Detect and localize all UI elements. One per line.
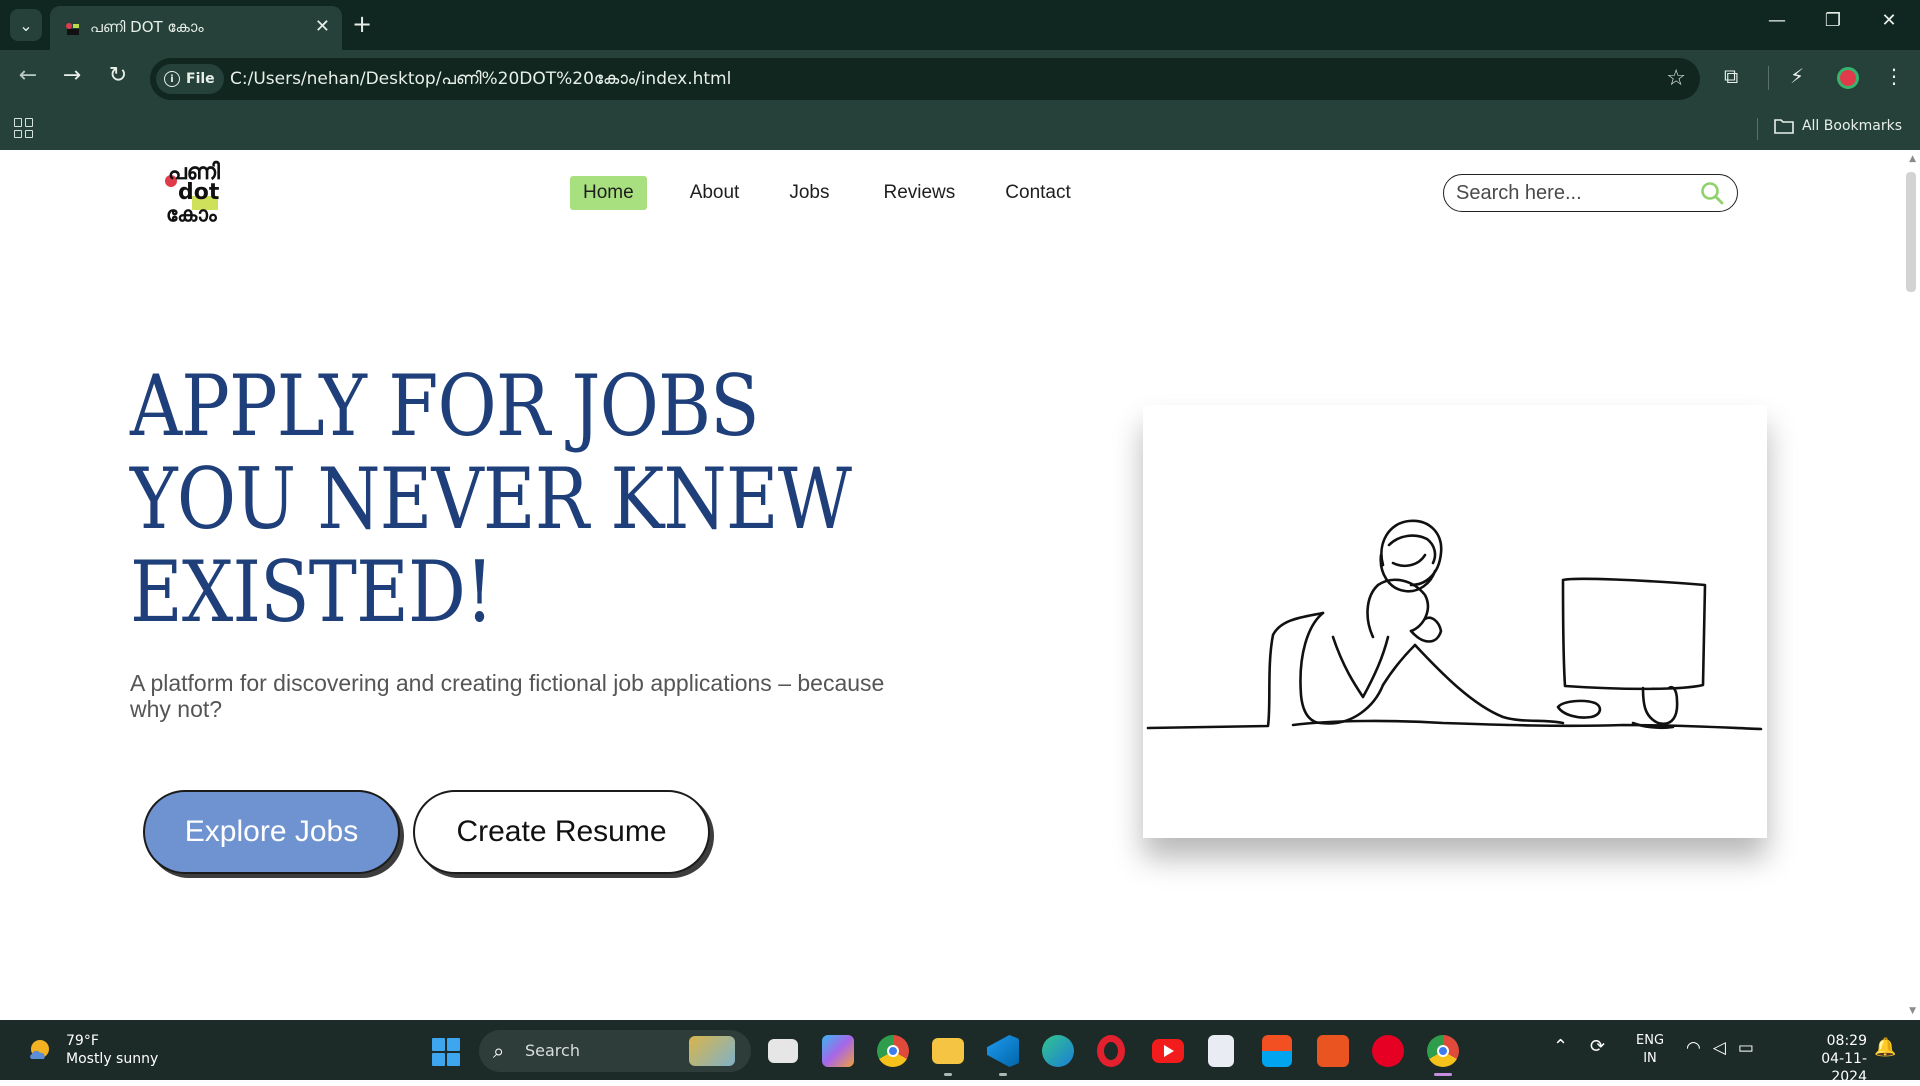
site-navbar: Home About Jobs Reviews Contact — [570, 176, 1084, 210]
minimize-button[interactable]: — — [1762, 10, 1792, 31]
bookmark-star-icon[interactable]: ☆ — [1666, 66, 1686, 91]
notification-bell-icon[interactable]: 🔔 — [1874, 1037, 1896, 1058]
task-view-icon[interactable] — [768, 1039, 798, 1063]
nav-contact[interactable]: Contact — [992, 176, 1083, 210]
address-bar[interactable]: i File C:/Users/nehan/Desktop/പണി%20DOT%… — [150, 58, 1700, 100]
profile-icon[interactable] — [1837, 67, 1859, 89]
page-viewport: പണി dot കോം Home About Jobs Reviews Cont… — [0, 150, 1920, 1020]
site-search — [1443, 174, 1738, 212]
all-bookmarks-label: All Bookmarks — [1801, 118, 1902, 134]
weather-temp: 79°F — [66, 1033, 99, 1049]
create-resume-button[interactable]: Create Resume — [413, 790, 710, 874]
browser-tabstrip: ⌄ പണി DOT കോം ✕ + — ❐ ✕ — [0, 0, 1920, 50]
chrome-active-indicator — [1434, 1073, 1452, 1076]
tab-title: പണി DOT കോം — [90, 18, 204, 36]
weather-widget[interactable]: 79°F Mostly sunny — [26, 1032, 158, 1068]
tab-close-icon[interactable]: ✕ — [315, 16, 330, 37]
partly-sunny-icon — [30, 1040, 49, 1059]
nav-jobs[interactable]: Jobs — [776, 176, 842, 210]
info-icon: i — [164, 71, 180, 87]
nav-reviews[interactable]: Reviews — [870, 176, 968, 210]
hero-heading-line-1: APPLY FOR JOBS — [130, 357, 760, 455]
taskbar-search-label: Search — [525, 1041, 580, 1060]
chrome-icon[interactable] — [877, 1035, 909, 1067]
url-text[interactable]: C:/Users/nehan/Desktop/പണി%20DOT%20കോം/i… — [230, 69, 731, 89]
language-indicator[interactable]: ENG IN — [1636, 1032, 1664, 1068]
vscode-running-indicator — [999, 1073, 1007, 1076]
menu-icon[interactable]: ⋮ — [1884, 64, 1904, 88]
clock-date: 04-11-2024 — [1821, 1051, 1867, 1085]
opera-icon[interactable] — [1097, 1035, 1125, 1067]
microsoft-store-icon[interactable] — [1262, 1035, 1292, 1067]
taskbar-search[interactable]: ⌕ Search — [479, 1030, 751, 1072]
clock-time: 08:29 — [1826, 1033, 1867, 1049]
tray-overflow-icon[interactable]: ⌃ — [1553, 1036, 1568, 1057]
youtube-icon[interactable] — [1152, 1039, 1184, 1063]
volume-icon: ◁ — [1712, 1038, 1726, 1058]
site-chip-label: File — [186, 71, 215, 87]
vscode-icon[interactable] — [987, 1035, 1019, 1067]
all-bookmarks-button[interactable]: All Bookmarks — [1774, 118, 1902, 134]
file-explorer-icon[interactable] — [932, 1038, 964, 1064]
tab-search-icon[interactable]: ⌄ — [10, 9, 42, 41]
system-tray-icons[interactable]: ◠ ◁ ▭ — [1686, 1038, 1754, 1058]
search-highlight-image — [689, 1036, 735, 1066]
site-info-chip[interactable]: i File — [156, 64, 224, 94]
hero-heading: APPLY FOR JOBS YOU NEVER KNEW EXISTED! — [130, 357, 852, 641]
bookmarks-bar: All Bookmarks — [0, 108, 1920, 150]
hero-subtitle: A platform for discovering and creating … — [130, 670, 885, 722]
windows-taskbar: 79°F Mostly sunny ⌕ Search ⌃ ⟳ ENG IN ◠ … — [0, 1020, 1920, 1085]
weather-desc: Mostly sunny — [66, 1051, 159, 1067]
ubuntu-icon[interactable] — [1317, 1035, 1349, 1067]
lang-line-2: IN — [1643, 1051, 1657, 1066]
explore-jobs-button[interactable]: Explore Jobs — [143, 790, 400, 874]
hero-heading-line-3: EXISTED! — [130, 543, 494, 641]
scroll-down-icon[interactable]: ▼ — [1909, 1006, 1916, 1016]
wifi-icon: ◠ — [1686, 1038, 1701, 1058]
start-button[interactable] — [432, 1038, 460, 1066]
apps-icon[interactable] — [14, 118, 34, 138]
scrollbar-thumb[interactable] — [1906, 172, 1916, 292]
folder-icon — [1774, 119, 1794, 134]
hero-illustration — [1143, 405, 1767, 838]
reload-icon[interactable]: ↻ — [102, 63, 134, 88]
file-explorer-running-indicator — [944, 1073, 952, 1076]
bookmarks-divider — [1757, 118, 1758, 140]
performance-icon[interactable]: ⚡ — [1790, 64, 1804, 88]
forward-icon[interactable]: → — [56, 63, 88, 88]
person-at-computer-line-drawing — [1146, 519, 1763, 731]
lang-line-1: ENG — [1636, 1033, 1665, 1048]
close-window-button[interactable]: ✕ — [1874, 10, 1904, 31]
pinterest-icon[interactable] — [1372, 1035, 1404, 1067]
toolbar-divider — [1768, 66, 1769, 90]
nav-about[interactable]: About — [677, 176, 753, 210]
site-search-input[interactable] — [1456, 181, 1686, 205]
browser-toolbar: ← → ↻ i File C:/Users/nehan/Desktop/പണി%… — [0, 50, 1920, 108]
extensions-icon[interactable]: ⧉ — [1724, 64, 1738, 88]
battery-icon: ▭ — [1737, 1038, 1754, 1058]
nav-home[interactable]: Home — [570, 176, 647, 210]
back-icon[interactable]: ← — [12, 63, 44, 88]
logo-line-3: കോം — [166, 202, 217, 226]
notepad-icon[interactable] — [1208, 1035, 1234, 1067]
new-tab-button[interactable]: + — [352, 10, 372, 38]
browser-tab-active[interactable]: പണി DOT കോം ✕ — [50, 6, 342, 50]
hero-heading-line-2: YOU NEVER KNEW — [130, 450, 852, 548]
scroll-up-icon[interactable]: ▲ — [1909, 154, 1916, 164]
edge-icon[interactable] — [1042, 1035, 1074, 1067]
chrome-profile-icon[interactable] — [1427, 1035, 1459, 1067]
clock[interactable]: 08:29 04-11-2024 — [1787, 1032, 1867, 1086]
sync-icon[interactable]: ⟳ — [1590, 1036, 1605, 1057]
page-scrollbar[interactable]: ▲ ▼ — [1902, 150, 1920, 1020]
restore-button[interactable]: ❐ — [1818, 10, 1848, 31]
copilot-icon[interactable] — [822, 1035, 854, 1067]
site-favicon-icon — [66, 23, 79, 35]
site-logo[interactable]: പണി dot കോം — [164, 160, 234, 228]
taskbar-search-icon: ⌕ — [493, 1039, 505, 1063]
search-icon[interactable] — [1699, 180, 1725, 206]
